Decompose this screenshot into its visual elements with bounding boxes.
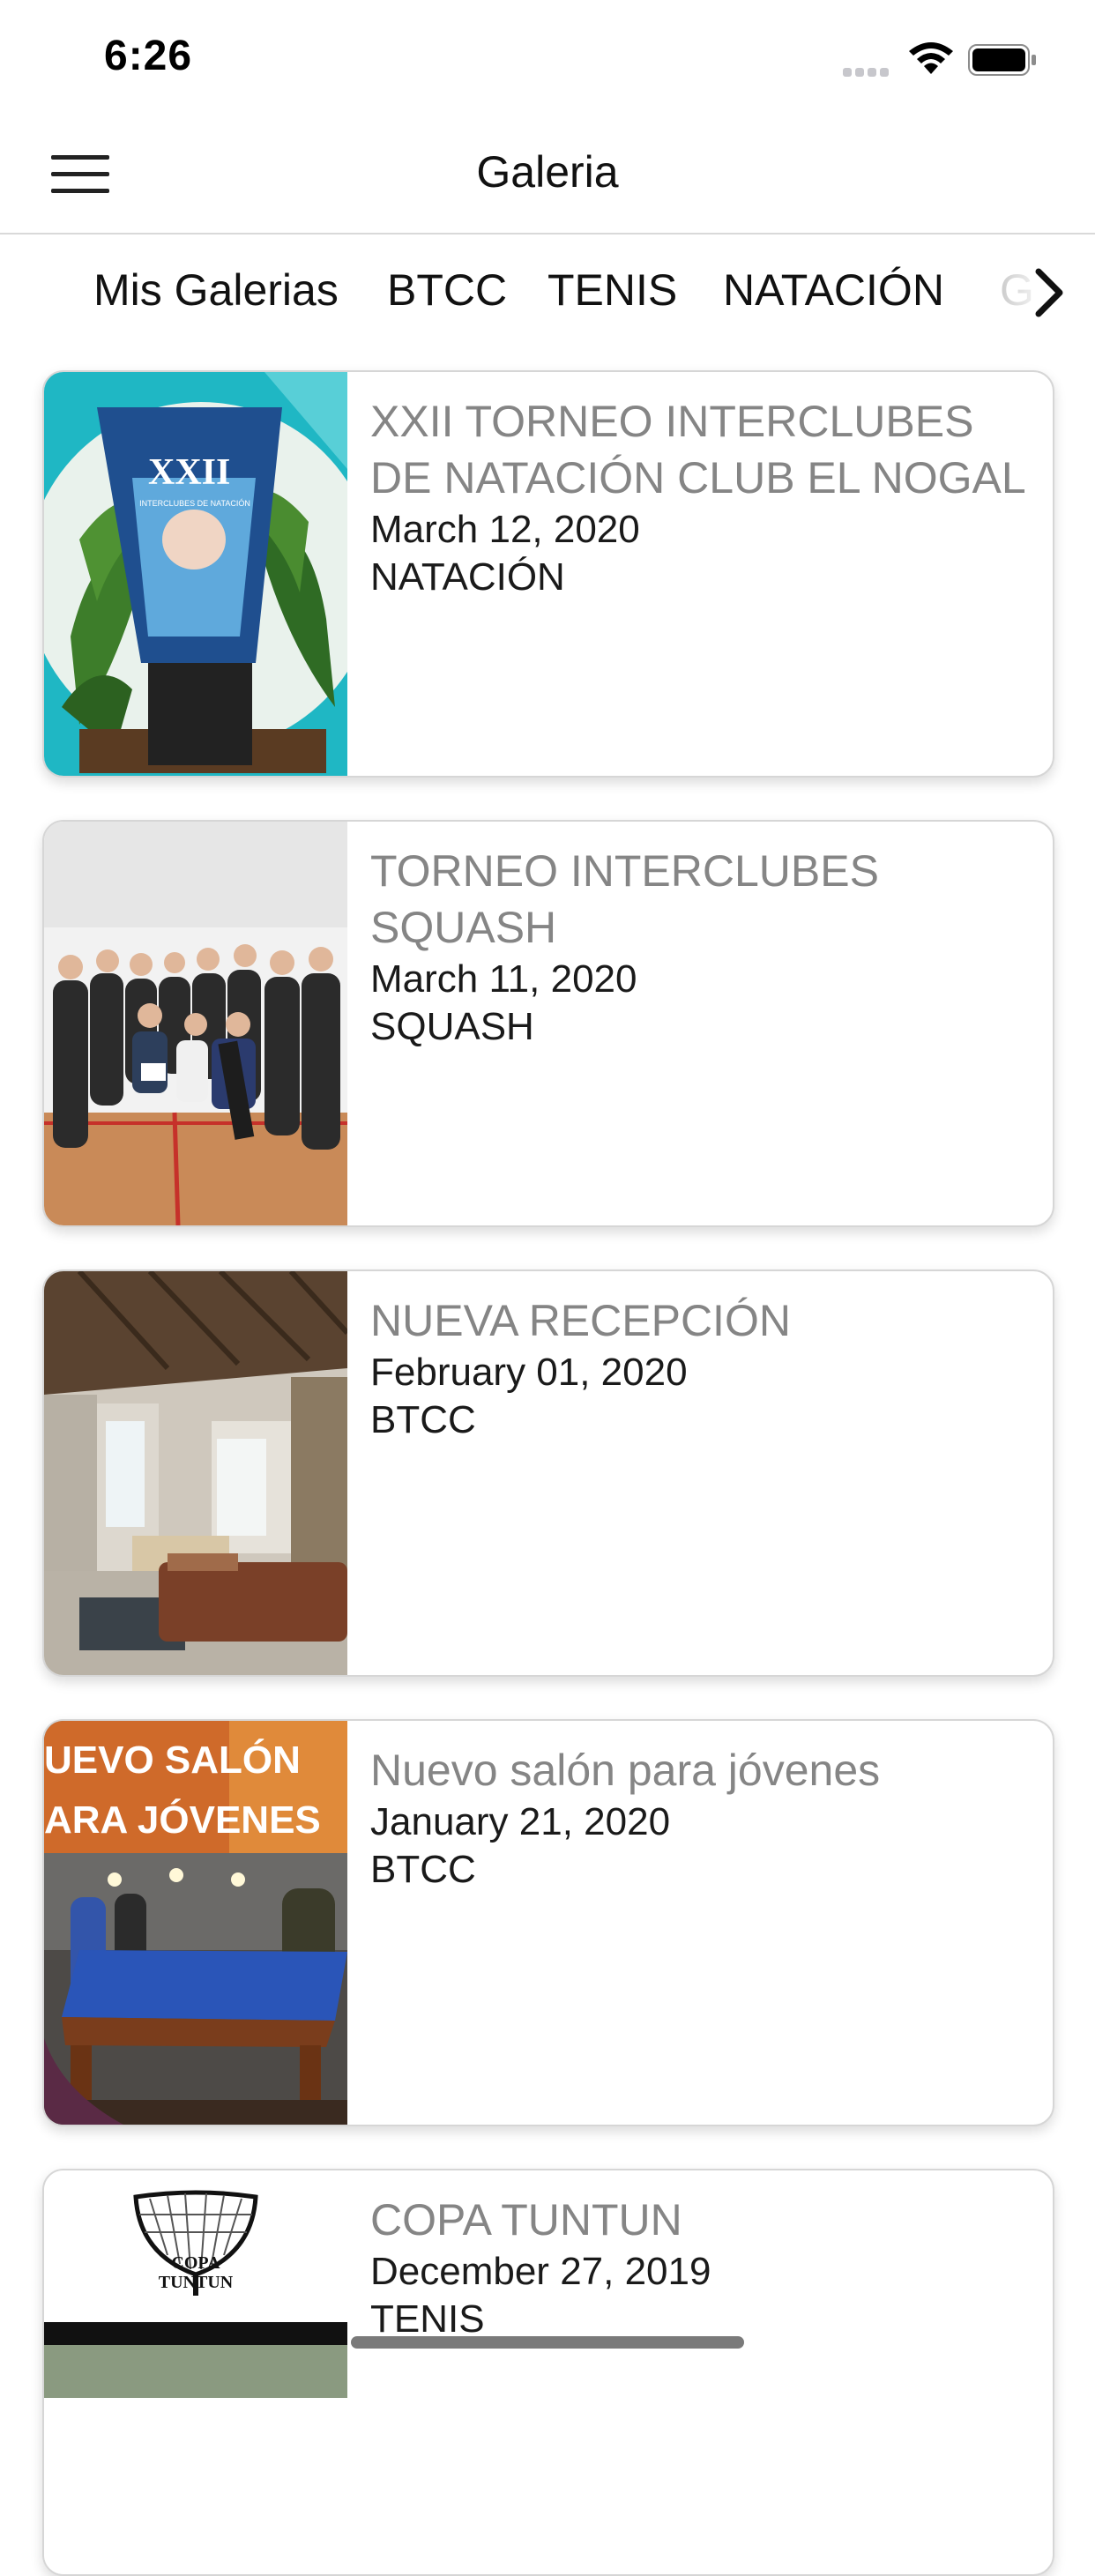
gallery-date: March 11, 2020 [370, 957, 637, 1001]
gallery-category: SQUASH [370, 1005, 534, 1048]
gallery-title: XXII TORNEO INTERCLUBES DE NATACIÓN CLUB… [370, 397, 1026, 503]
page-title: Galeria [476, 147, 619, 197]
cellular-signal-icon [843, 65, 892, 77]
gallery-category: BTCC [370, 1848, 476, 1891]
wifi-icon [909, 42, 953, 74]
thumb-overlay-line2: ARA JÓVENES [44, 1798, 321, 1842]
gallery-thumbnail [44, 822, 347, 1225]
gallery-thumbnail: COPA TUNTUN [44, 2170, 347, 2574]
thumb-logo-line1: COPA [171, 2253, 220, 2273]
gallery-date: December 27, 2019 [370, 2250, 711, 2293]
thumb-badge-text: XXII [148, 452, 231, 493]
tab-tenis[interactable]: TENIS [548, 264, 677, 316]
gallery-title: Nuevo salón para jóvenes [370, 1746, 881, 1795]
gallery-title: TORNEO INTERCLUBES SQUASH [370, 846, 879, 952]
gallery-date: March 12, 2020 [370, 508, 640, 551]
gallery-card[interactable]: XXII INTERCLUBES DE NATACIÓN XXII TORNEO… [42, 370, 1054, 778]
gallery-thumbnail: XXII INTERCLUBES DE NATACIÓN [44, 372, 347, 776]
battery-icon [968, 44, 1036, 76]
chevron-right-icon[interactable] [1030, 266, 1069, 319]
gallery-date: February 01, 2020 [370, 1351, 688, 1394]
home-indicator[interactable] [351, 2336, 744, 2349]
gallery-thumbnail: UEVO SALÓN ARA JÓVENES [44, 1721, 347, 2125]
gallery-thumbnail [44, 1271, 347, 1675]
status-time: 6:26 [104, 33, 193, 79]
gallery-card[interactable]: TORNEO INTERCLUBES SQUASH March 11, 2020… [42, 820, 1054, 1227]
gallery-date: January 21, 2020 [370, 1800, 671, 1843]
tab-mis-galerias[interactable]: Mis Galerias [93, 264, 339, 316]
gallery-card[interactable]: NUEVA RECEPCIÓN February 01, 2020 BTCC [42, 1269, 1054, 1677]
tab-natacion[interactable]: NATACIÓN [723, 264, 944, 316]
gallery-card[interactable]: UEVO SALÓN ARA JÓVENES Nuevo salón para … [42, 1719, 1054, 2126]
tab-btcc[interactable]: BTCC [387, 264, 507, 316]
navigation-bar: Galeria [0, 116, 1095, 235]
category-tabs: Mis Galerias BTCC TENIS NATACIÓN G [0, 235, 1095, 349]
gallery-title: NUEVA RECEPCIÓN [370, 1296, 791, 1345]
gallery-category: NATACIÓN [370, 555, 565, 599]
status-bar: 6:26 [0, 0, 1095, 116]
thumb-logo-line2: TUNTUN [158, 2273, 234, 2292]
gallery-title: COPA TUNTUN [370, 2195, 682, 2245]
gallery-category: BTCC [370, 1398, 476, 1441]
thumb-overlay-line1: UEVO SALÓN [44, 1738, 301, 1782]
gallery-card[interactable]: COPA TUNTUN COPA TUNTUN December 27, 201… [42, 2169, 1054, 2576]
thumb-small-text: INTERCLUBES DE NATACIÓN [139, 499, 250, 508]
